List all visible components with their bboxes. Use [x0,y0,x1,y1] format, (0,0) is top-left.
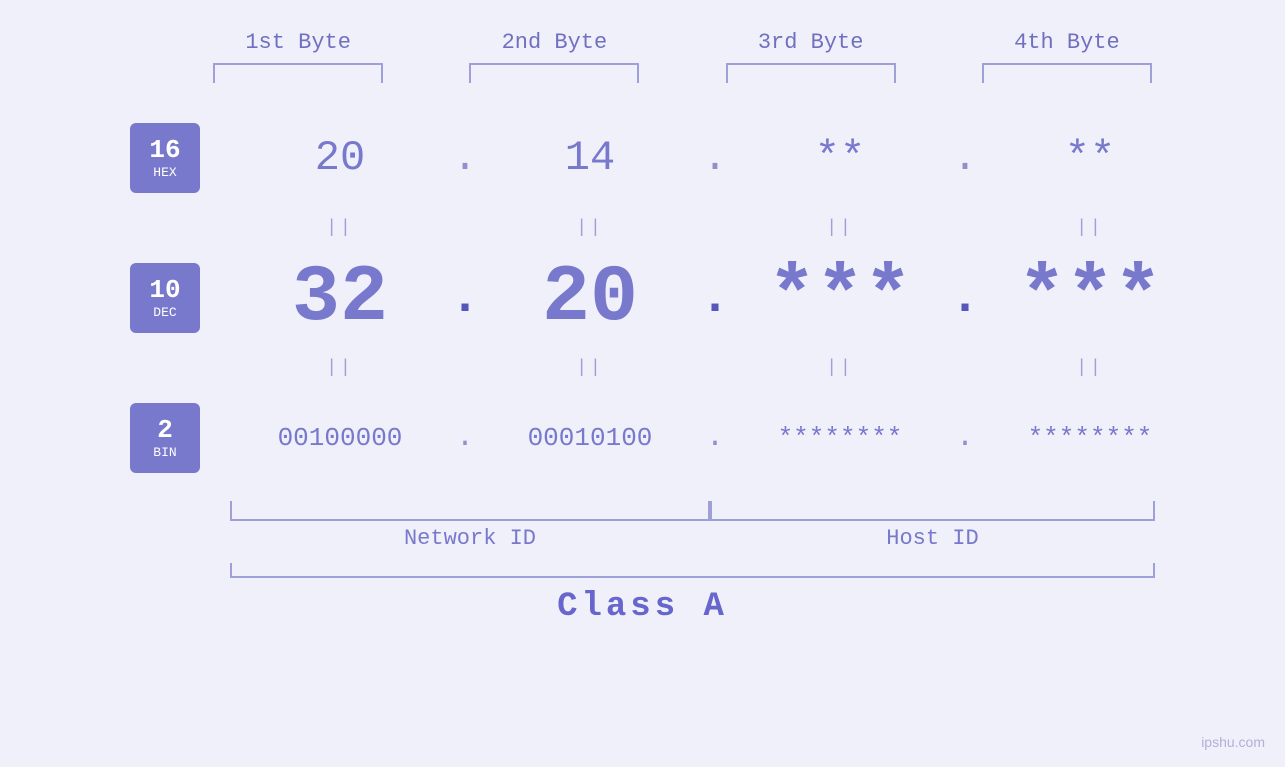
byte2-header: 2nd Byte [444,30,664,55]
badge-dec: 10 DEC [130,263,200,333]
bracket-top-1 [188,63,408,83]
hex-byte3: ** [730,134,950,182]
hex-byte1: 20 [230,134,450,182]
dec-byte4: *** [980,253,1200,344]
byte1-header: 1st Byte [188,30,408,55]
eq1-b1: || [230,218,450,238]
class-bracket-row [130,563,1155,578]
host-id-label-container: Host ID [710,526,1155,551]
bin-dot2: . [700,421,730,455]
bracket-top-4 [957,63,1177,83]
host-id-label: Host ID [886,526,978,551]
network-id-label: Network ID [404,526,536,551]
badge-dec-label: DEC [153,305,176,321]
spacer-dec: 10 DEC [130,243,230,353]
bracket-top-3 [701,63,921,83]
bin-byte1: 00100000 [230,423,450,453]
eq2-values: || || || || [230,358,1200,378]
bin-byte3: ******** [730,423,950,453]
bin-byte2: 00010100 [480,423,700,453]
hex-values: 20 . 14 . ** . ** [230,134,1200,182]
dec-dot1: . [450,270,480,327]
hex-dot1: . [450,134,480,182]
badge-bin-label: BIN [153,445,176,461]
equals-row-2: || || || || [130,358,1155,378]
dec-byte3: *** [730,253,950,344]
eq1-b2: || [480,218,700,238]
hex-dot3: . [950,134,980,182]
bin-values: 00100000 . 00010100 . ******** . *******… [230,421,1200,455]
top-brackets [170,63,1195,83]
bin-dot1: . [450,421,480,455]
class-bracket [230,563,1155,578]
class-label-container: Class A [130,588,1155,626]
bottom-brackets-row [130,501,1155,521]
eq1-b4: || [980,218,1200,238]
eq1-b3: || [730,218,950,238]
bin-row: 2 BIN 00100000 . 00010100 . ******** . [130,383,1155,493]
equals-row-1: || || || || [130,218,1155,238]
labels-spacer [130,526,230,551]
hex-byte4: ** [980,134,1200,182]
hex-row: 16 HEX 20 . 14 . ** . ** [130,103,1155,213]
hex-dot2: . [700,134,730,182]
badge-bin-number: 2 [157,416,173,445]
bracket-spacer [130,501,230,521]
byte4-header: 4th Byte [957,30,1177,55]
badge-bin: 2 BIN [130,403,200,473]
byte-headers: 1st Byte 2nd Byte 3rd Byte 4th Byte [170,0,1195,55]
dec-row: 10 DEC 32 . 20 . *** . *** [130,243,1155,353]
eq2-b4: || [980,358,1200,378]
brackets-container [230,501,1155,521]
class-label: Class A [557,588,728,626]
badge-hex: 16 HEX [130,123,200,193]
dec-values: 32 . 20 . *** . *** [230,253,1200,344]
bin-byte4: ******** [980,423,1200,453]
byte3-header: 3rd Byte [701,30,921,55]
bracket-top-2 [444,63,664,83]
badge-dec-number: 10 [149,276,180,305]
network-id-label-container: Network ID [230,526,710,551]
eq2-b2: || [480,358,700,378]
badge-hex-number: 16 [149,136,180,165]
class-bracket-spacer [130,563,230,578]
bin-dot3: . [950,421,980,455]
main-container: 1st Byte 2nd Byte 3rd Byte 4th Byte 16 H… [0,0,1285,767]
id-labels-row: Network ID Host ID [130,526,1155,551]
eq2-b3: || [730,358,950,378]
eq2-b1: || [230,358,450,378]
hex-byte2: 14 [480,134,700,182]
eq1-values: || || || || [230,218,1200,238]
host-id-bracket [710,501,1155,521]
dec-dot2: . [700,270,730,327]
spacer-bin: 2 BIN [130,383,230,493]
dec-dot3: . [950,270,980,327]
spacer-hex: 16 HEX [130,103,230,213]
network-id-bracket [230,501,710,521]
badge-hex-label: HEX [153,165,176,181]
watermark: ipshu.com [1201,734,1265,752]
dec-byte2: 20 [480,253,700,344]
dec-byte1: 32 [230,253,450,344]
